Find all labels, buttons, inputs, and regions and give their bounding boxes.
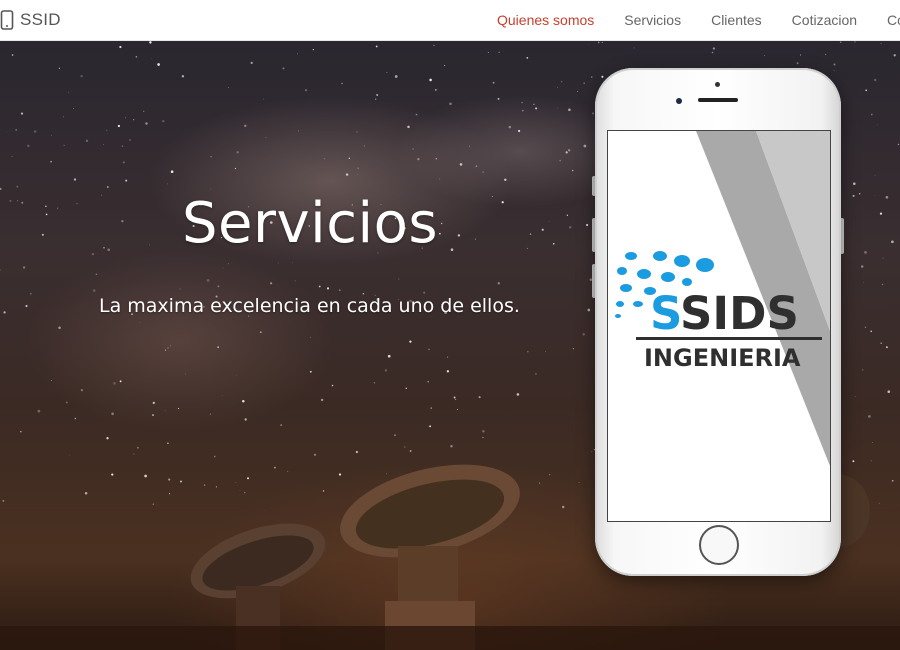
brand-name: SSID [20,10,61,29]
hero-subtitle: La maxima excelencia en cada uno de ello… [99,295,520,317]
phone-sensor [715,82,720,87]
top-navbar: SSID Quienes somos Servicios Clientes Co… [0,0,900,41]
nav-item-cotizacion[interactable]: Cotizacion [777,12,872,28]
logo-initial: S [650,287,682,340]
logo-tagline: INGENIERIA [644,344,801,372]
phone-mockup: S SIDS INGENIERIA [592,68,844,576]
nav-item-contacto[interactable]: Contacto [872,12,900,28]
logo-brand-text: SIDS [680,287,799,340]
hero-title: Servicios [182,191,439,256]
brand-link[interactable]: SSID [0,0,61,40]
mobile-phone-icon [0,10,14,30]
phone-screen: S SIDS INGENIERIA [607,130,831,522]
nav-item-servicios[interactable]: Servicios [609,12,696,28]
nav-menu: Quienes somos Servicios Clientes Cotizac… [482,0,900,40]
phone-home-button [699,525,739,565]
nav-item-quienes-somos[interactable]: Quienes somos [482,12,609,28]
logo-rule [636,337,822,340]
ssids-logo: S SIDS INGENIERIA [615,251,822,372]
phone-speaker [698,98,738,102]
nav-item-clientes[interactable]: Clientes [696,12,777,28]
phone-front-camera [676,98,682,104]
